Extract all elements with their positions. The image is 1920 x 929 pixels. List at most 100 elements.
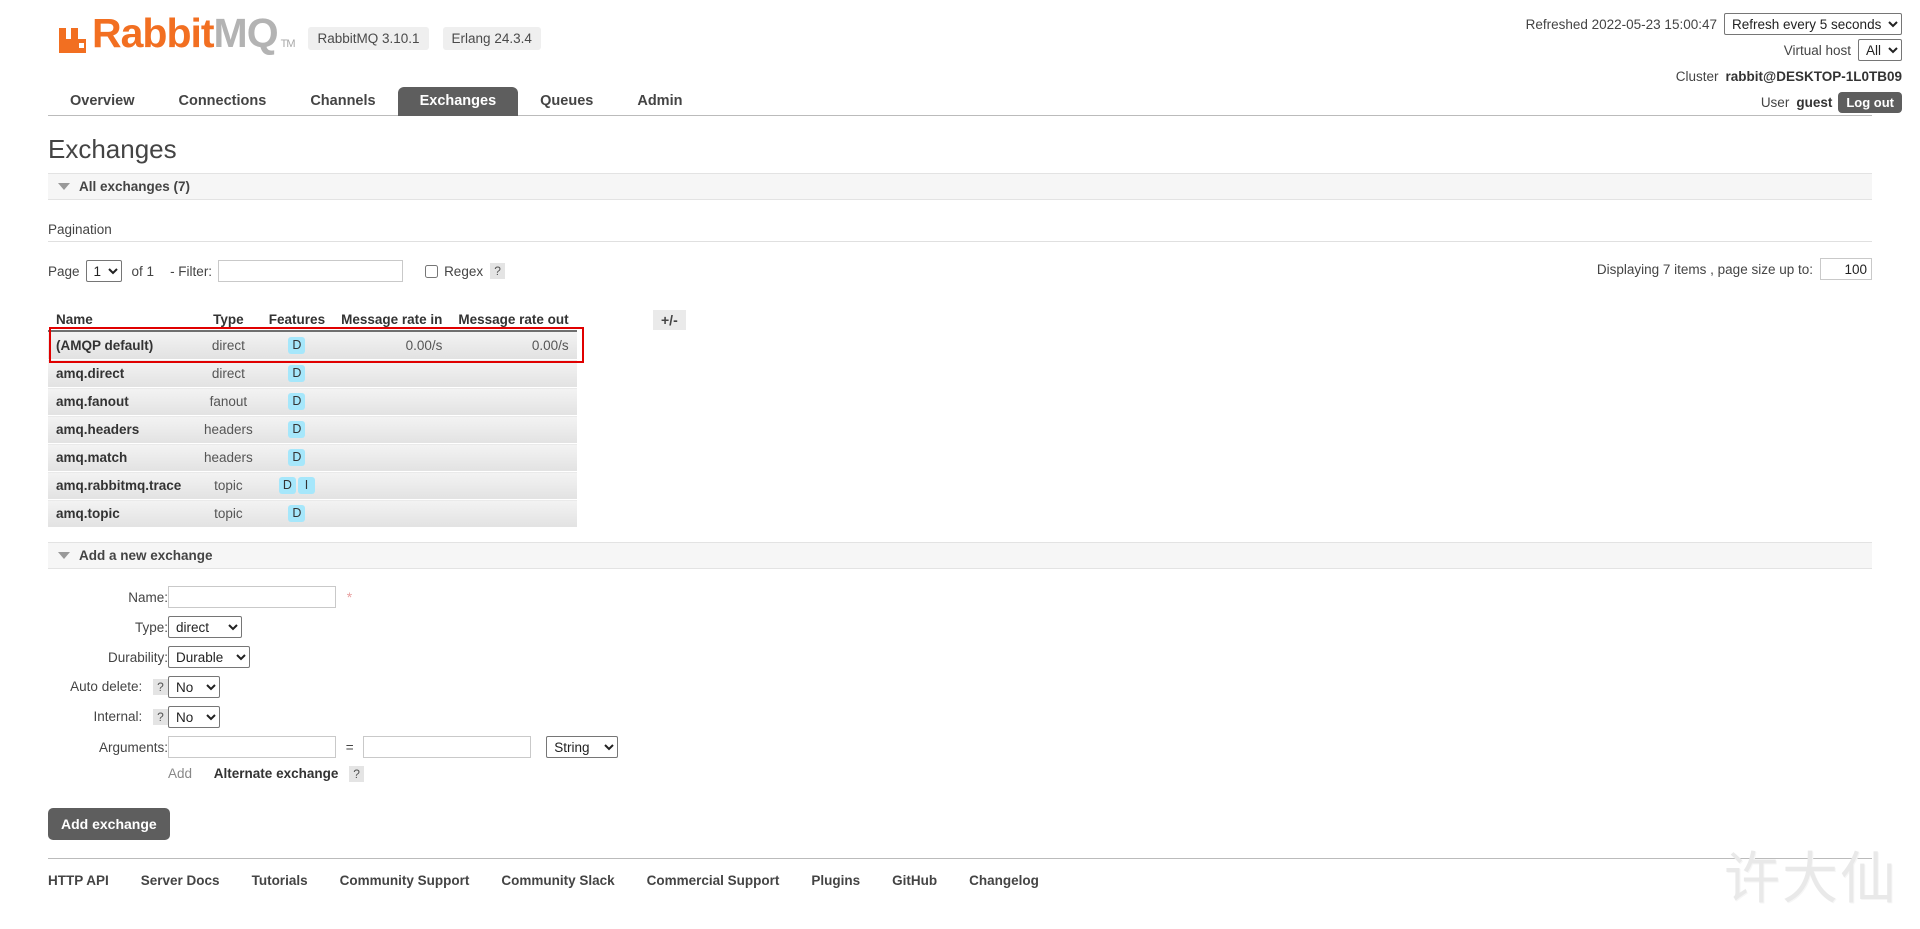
table-row[interactable]: amq.fanout fanout D: [48, 387, 577, 416]
footer-link-changelog[interactable]: Changelog: [969, 873, 1039, 888]
footer-link-server-docs[interactable]: Server Docs: [141, 873, 220, 888]
pagination-label: Pagination: [48, 222, 1872, 242]
column-header-message-rate-out[interactable]: Message rate out: [450, 310, 577, 332]
spacer-cell: [48, 762, 168, 786]
name-field-cell: *: [168, 582, 618, 612]
durability-label: Durability:: [107, 649, 168, 665]
footer-link-community-support[interactable]: Community Support: [340, 873, 470, 888]
autodelete-select[interactable]: No: [168, 676, 220, 698]
page-of-label: of 1: [131, 263, 155, 279]
table-row[interactable]: amq.headers headers D: [48, 415, 577, 444]
vhost-select[interactable]: All: [1858, 39, 1902, 61]
table-row[interactable]: amq.topic topic D: [48, 499, 577, 528]
cell-rate-out: [450, 387, 577, 416]
feature-badge-durable: D: [288, 421, 306, 438]
page-title: Exchanges: [48, 134, 177, 164]
tab-channels[interactable]: Channels: [288, 87, 397, 116]
displaying-info: Displaying 7 items , page size up to:: [1597, 258, 1872, 280]
table-row[interactable]: (AMQP default) direct D 0.00/s 0.00/s: [48, 331, 577, 360]
cell-rate-in: 0.00/s: [333, 331, 451, 360]
cell-features: D: [260, 415, 334, 444]
internal-label-cell: Internal: ?: [48, 702, 168, 732]
add-exchange-submit-button[interactable]: Add exchange: [48, 808, 170, 840]
all-exchanges-section-header[interactable]: All exchanges (7): [48, 173, 1872, 200]
argument-type-select[interactable]: String: [546, 736, 619, 758]
cell-features: D: [260, 499, 334, 528]
cell-name[interactable]: (AMQP default): [48, 331, 196, 360]
cell-rate-in: [333, 471, 451, 500]
exchange-type-select[interactable]: direct: [168, 616, 242, 638]
page-select[interactable]: 1: [85, 260, 122, 282]
page-size-input[interactable]: [1820, 258, 1872, 280]
refreshed-timestamp: Refreshed 2022-05-23 15:00:47: [1525, 16, 1717, 32]
regex-checkbox[interactable]: [425, 264, 439, 278]
page-footer: HTTP API Server Docs Tutorials Community…: [48, 858, 1872, 888]
refresh-row: Refreshed 2022-05-23 15:00:47 Refresh ev…: [1526, 12, 1902, 36]
filter-input[interactable]: [218, 260, 404, 282]
argument-value-input[interactable]: [363, 736, 532, 758]
exchange-name-input[interactable]: [168, 586, 336, 608]
form-row-name: Name: *: [48, 582, 618, 612]
cluster-row: Cluster rabbit@DESKTOP-1L0TB09: [1526, 64, 1902, 88]
toggle-columns-button[interactable]: +/-: [653, 310, 686, 330]
logo-trademark: TM: [280, 38, 296, 50]
tab-overview[interactable]: Overview: [48, 87, 157, 116]
rabbitmq-logo[interactable]: RabbitMQ TM RabbitMQ 3.10.1 Erlang 24.3.4: [55, 13, 541, 61]
column-header-type[interactable]: Type: [196, 310, 261, 332]
cell-name[interactable]: amq.direct: [48, 359, 196, 388]
regex-help-icon[interactable]: ?: [490, 263, 506, 279]
durability-field-cell: Durable: [168, 642, 618, 672]
table-row[interactable]: amq.rabbitmq.trace topic DI: [48, 471, 577, 500]
footer-link-plugins[interactable]: Plugins: [811, 873, 860, 888]
feature-badge-durable: D: [288, 393, 306, 410]
column-header-message-rate-in[interactable]: Message rate in: [333, 310, 451, 332]
internal-help-icon[interactable]: ?: [153, 709, 168, 725]
alternate-exchange-help-icon[interactable]: ?: [349, 766, 365, 782]
footer-link-github[interactable]: GitHub: [892, 873, 937, 888]
tab-queues[interactable]: Queues: [518, 87, 615, 116]
tab-exchanges[interactable]: Exchanges: [397, 87, 519, 116]
form-row-type: Type: direct: [48, 612, 618, 642]
cell-type: direct: [196, 331, 261, 360]
cell-rate-in: [333, 359, 451, 388]
refresh-interval-select[interactable]: Refresh every 5 seconds: [1724, 13, 1902, 35]
table-row[interactable]: amq.direct direct D: [48, 359, 577, 388]
argument-key-input[interactable]: [168, 736, 336, 758]
tab-connections[interactable]: Connections: [157, 87, 289, 116]
cell-rate-out: [450, 471, 577, 500]
exchanges-table-body: (AMQP default) direct D 0.00/s 0.00/s am…: [48, 331, 577, 528]
autodelete-help-icon[interactable]: ?: [153, 679, 168, 695]
cell-type: topic: [196, 471, 261, 500]
durability-select[interactable]: Durable: [168, 646, 250, 668]
feature-badge-durable: D: [278, 477, 296, 494]
main-navigation: Overview Connections Channels Exchanges …: [48, 86, 1872, 116]
add-exchange-section-header[interactable]: Add a new exchange: [48, 542, 1872, 569]
add-argument-link[interactable]: Add: [168, 766, 192, 781]
type-field-cell: direct: [168, 612, 618, 642]
table-row[interactable]: amq.match headers D: [48, 443, 577, 472]
cell-features: D: [260, 443, 334, 472]
feature-badge-durable: D: [288, 365, 306, 382]
internal-select[interactable]: No: [168, 706, 220, 728]
tab-admin[interactable]: Admin: [615, 87, 704, 116]
cluster-label: Cluster: [1675, 68, 1719, 84]
feature-badge-durable: D: [288, 337, 306, 354]
internal-field-cell: No: [168, 702, 618, 732]
cell-name[interactable]: amq.rabbitmq.trace: [48, 471, 196, 500]
cluster-name: rabbit@DESKTOP-1L0TB09: [1725, 68, 1902, 84]
cell-name[interactable]: amq.fanout: [48, 387, 196, 416]
column-header-features[interactable]: Features: [260, 310, 334, 332]
cell-name[interactable]: amq.topic: [48, 499, 196, 528]
cell-name[interactable]: amq.headers: [48, 415, 196, 444]
cell-type: fanout: [196, 387, 261, 416]
erlang-version-badge: Erlang 24.3.4: [442, 27, 541, 50]
feature-badge-durable: D: [288, 449, 306, 466]
required-asterisk: *: [346, 588, 353, 605]
column-header-name[interactable]: Name: [48, 310, 196, 332]
cell-name[interactable]: amq.match: [48, 443, 196, 472]
footer-link-tutorials[interactable]: Tutorials: [252, 873, 308, 888]
form-row-add-argument: Add Alternate exchange ?: [48, 762, 618, 786]
footer-link-http-api[interactable]: HTTP API: [48, 873, 109, 888]
footer-link-commercial-support[interactable]: Commercial Support: [647, 873, 780, 888]
footer-link-community-slack[interactable]: Community Slack: [501, 873, 614, 888]
